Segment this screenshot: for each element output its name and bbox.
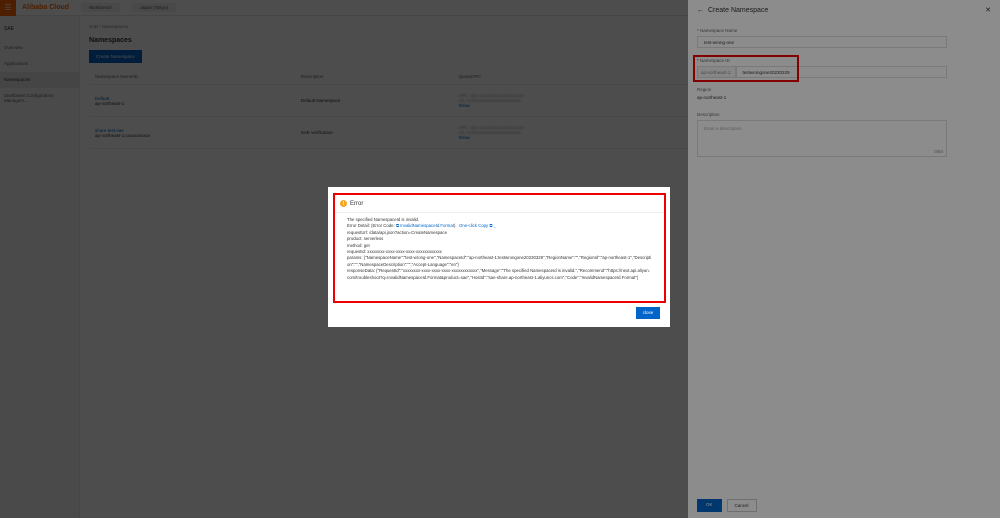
response-data: responseData: {"RequestId":"xxxxxxxx-xxx… — [347, 268, 650, 280]
one-click-copy[interactable]: One-click Copy ⧉ ⌄ — [459, 223, 496, 228]
error-code: InvalidNamespaceId.Format — [400, 223, 454, 229]
warning-icon: ! — [340, 200, 347, 207]
error-dialog: ! Error The specified NamespaceId is inva… — [328, 187, 670, 327]
dialog-title: Error — [350, 200, 364, 207]
paren: ) — [453, 223, 456, 229]
highlight-box: ! Error The specified NamespaceId is inva… — [333, 193, 666, 303]
error-code-link[interactable]: ⧉ InvalidNamespaceId.Format — [396, 223, 454, 228]
close-button[interactable]: close — [636, 307, 660, 319]
copy-label: One-click Copy — [459, 223, 489, 229]
error-detail-label: Error Detail: (Error Code: — [347, 223, 395, 229]
params: params: {"NamespaceName":"test-wrong-one… — [347, 255, 652, 267]
